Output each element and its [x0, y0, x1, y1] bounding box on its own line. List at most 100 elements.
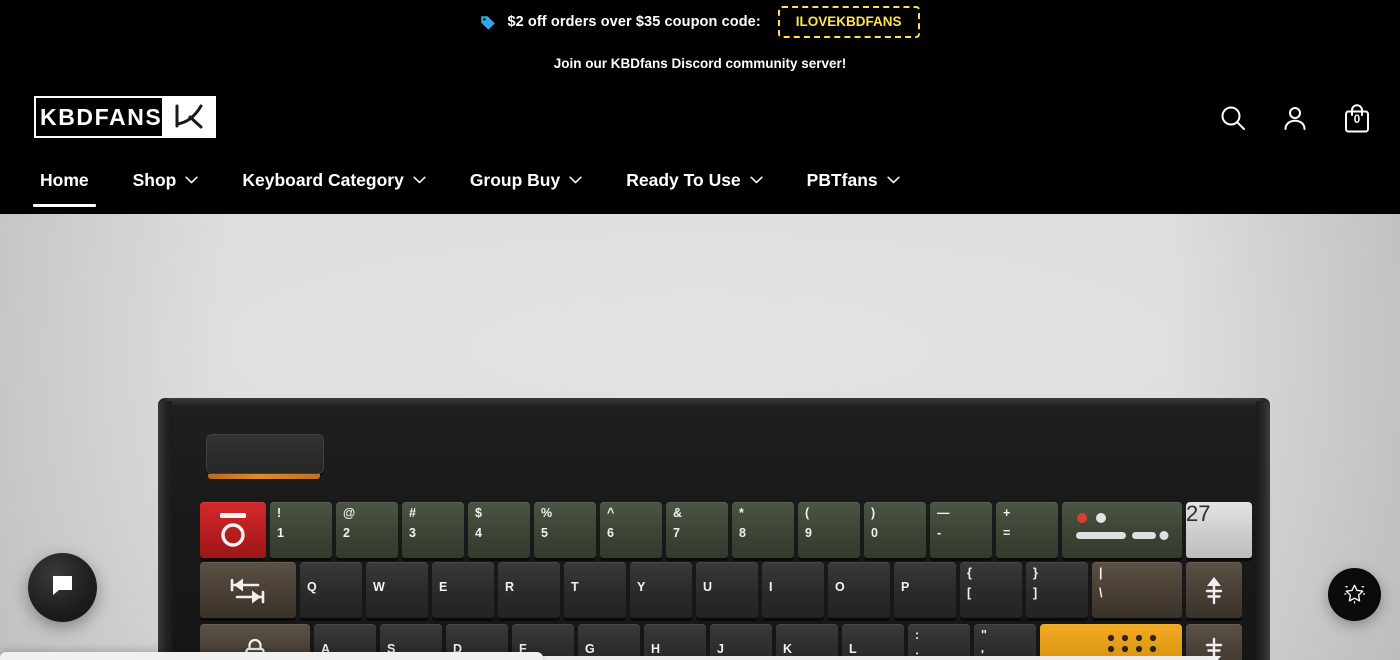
keycap-power-symbol[interactable] — [200, 502, 266, 558]
page-up-icon — [1193, 567, 1235, 613]
keycap-i[interactable]: I — [762, 562, 824, 618]
coupon-code-button[interactable]: ILOVEKBDFANS — [777, 5, 920, 39]
nav-item-label: Shop — [132, 169, 177, 190]
nav-item-keyboard-category[interactable]: Keyboard Category — [220, 154, 447, 206]
keycap-sym[interactable]: :; — [908, 624, 970, 660]
keycap-3[interactable]: #3 — [402, 502, 464, 558]
keycap-1[interactable]: ! 1 — [270, 502, 332, 558]
nav-item-label: Keyboard Category — [242, 169, 404, 190]
keycap-j[interactable]: J — [710, 624, 772, 660]
chevron-down-icon — [750, 176, 763, 184]
keycap-legend: 9 — [805, 525, 812, 540]
keycap-sym[interactable]: + = — [996, 502, 1058, 558]
keycap-legend: U — [703, 580, 713, 594]
keyboard-row-number-row: ! 1 @2 #3 $4% 5 ^ 6 & 7 * 8(9) 0— - + = 27 — [200, 502, 1252, 558]
keycap-legend: Y — [637, 580, 646, 594]
chat-bubble-icon — [49, 572, 76, 604]
tab-arrows-icon — [207, 567, 289, 613]
site-header: KBDFANS 0 — [0, 82, 1400, 154]
keycap-0[interactable]: ) 0 — [864, 502, 926, 558]
keycap-legend: 1 — [277, 525, 284, 540]
keycap-legend: W — [373, 580, 385, 594]
chat-widget-button[interactable] — [28, 553, 97, 622]
nav-item-home[interactable]: Home — [18, 154, 111, 207]
nav-item-label: Ready To Use — [626, 169, 741, 190]
keycap-legend: 0 — [871, 525, 878, 540]
keycap-enter-novelty[interactable] — [1040, 624, 1182, 660]
keycap-o[interactable]: O — [828, 562, 890, 618]
keycap-legend: K — [783, 642, 793, 656]
nav-item-label: Group Buy — [469, 169, 561, 190]
promo-text: $2 off orders over $35 coupon code: — [507, 14, 761, 30]
keycap-legend: I — [769, 580, 773, 594]
keycap-p[interactable]: P — [894, 562, 956, 618]
keycap-h[interactable]: H — [644, 624, 706, 660]
keycap-u[interactable]: U — [696, 562, 758, 618]
keyboard-right-wall — [1256, 401, 1270, 660]
keycap-legend: J — [717, 642, 724, 656]
keycap-sym[interactable]: }] — [1026, 562, 1088, 618]
keycap-legend: O — [835, 580, 845, 594]
keycap-sym[interactable]: — - — [930, 502, 992, 558]
keycap-legend: E — [439, 580, 448, 594]
power-symbol-icon — [207, 507, 259, 553]
keycap-legend: 2 — [343, 525, 350, 540]
keycap-t[interactable]: T — [564, 562, 626, 618]
account-icon[interactable] — [1278, 101, 1312, 135]
keycap-tab-arrows[interactable] — [200, 562, 296, 618]
keycap-q[interactable]: Q — [300, 562, 362, 618]
chevron-down-icon — [750, 176, 763, 184]
keyboard-top-lip — [164, 398, 1264, 407]
keycap-2[interactable]: @2 — [336, 502, 398, 558]
keycap-r[interactable]: R — [498, 562, 560, 618]
keycap-l[interactable]: L — [842, 624, 904, 660]
keycap-4[interactable]: $4 — [468, 502, 530, 558]
logo-wordmark: KBDFANS — [40, 103, 163, 130]
keycap-6[interactable]: ^ 6 — [600, 502, 662, 558]
keycap-7[interactable]: & 7 — [666, 502, 728, 558]
keycap-shifted-legend: ! — [277, 506, 282, 520]
discord-community-link[interactable]: Join our KBDfans Discord community serve… — [554, 56, 847, 71]
chevron-down-icon — [887, 176, 900, 184]
keyboard-left-wall — [158, 401, 172, 660]
nav-item-group-buy[interactable]: Group Buy — [448, 154, 604, 206]
nav-item-pbtfans[interactable]: PBTfans — [785, 154, 922, 206]
keycap-shifted-legend: | — [1099, 566, 1103, 580]
keycap-g[interactable]: G — [578, 624, 640, 660]
keycap-legend: Q — [307, 580, 317, 594]
keycap-page-up[interactable] — [1186, 562, 1242, 618]
keycap-w[interactable]: W — [366, 562, 428, 618]
keycap-backspace-novelty[interactable] — [1062, 502, 1182, 558]
keycap-legend: = — [1003, 525, 1011, 540]
keycap-shifted-legend: } — [1033, 566, 1038, 580]
rewards-widget-button[interactable] — [1328, 568, 1381, 621]
backspace-novelty-icon — [1069, 507, 1175, 553]
keycap-legend: \ — [1099, 585, 1103, 600]
keycap-legend: G — [585, 642, 595, 656]
keycap-e[interactable]: E — [432, 562, 494, 618]
keycap-y[interactable]: Y — [630, 562, 692, 618]
keycap-k[interactable]: K — [776, 624, 838, 660]
keycap-legend: 6 — [607, 525, 614, 540]
keycap-9[interactable]: (9 — [798, 502, 860, 558]
chevron-down-icon — [413, 176, 426, 184]
header-actions: 0 — [1216, 82, 1374, 154]
keycap-legend: 4 — [475, 525, 482, 540]
keycap-sym[interactable]: " ' — [974, 624, 1036, 660]
cart-icon[interactable]: 0 — [1340, 101, 1374, 135]
keycap-27[interactable]: 27 — [1186, 502, 1252, 558]
keycap-8[interactable]: * 8 — [732, 502, 794, 558]
keycap-sym[interactable]: {[ — [960, 562, 1022, 618]
nav-item-ready-to-use[interactable]: Ready To Use — [604, 154, 784, 206]
search-icon[interactable] — [1216, 101, 1250, 135]
keycap-shifted-legend: { — [967, 566, 972, 580]
keycap-legend: ] — [1033, 585, 1038, 600]
chevron-down-icon — [569, 176, 582, 184]
nav-item-shop[interactable]: Shop — [111, 154, 221, 206]
kbdfans-logo[interactable]: KBDFANS — [34, 96, 217, 138]
keycap-sym[interactable]: | \ — [1092, 562, 1182, 618]
keycap-shifted-legend: & — [673, 506, 683, 520]
keycap-page-down[interactable] — [1186, 624, 1242, 660]
chevron-down-icon — [887, 176, 900, 184]
keycap-5[interactable]: % 5 — [534, 502, 596, 558]
